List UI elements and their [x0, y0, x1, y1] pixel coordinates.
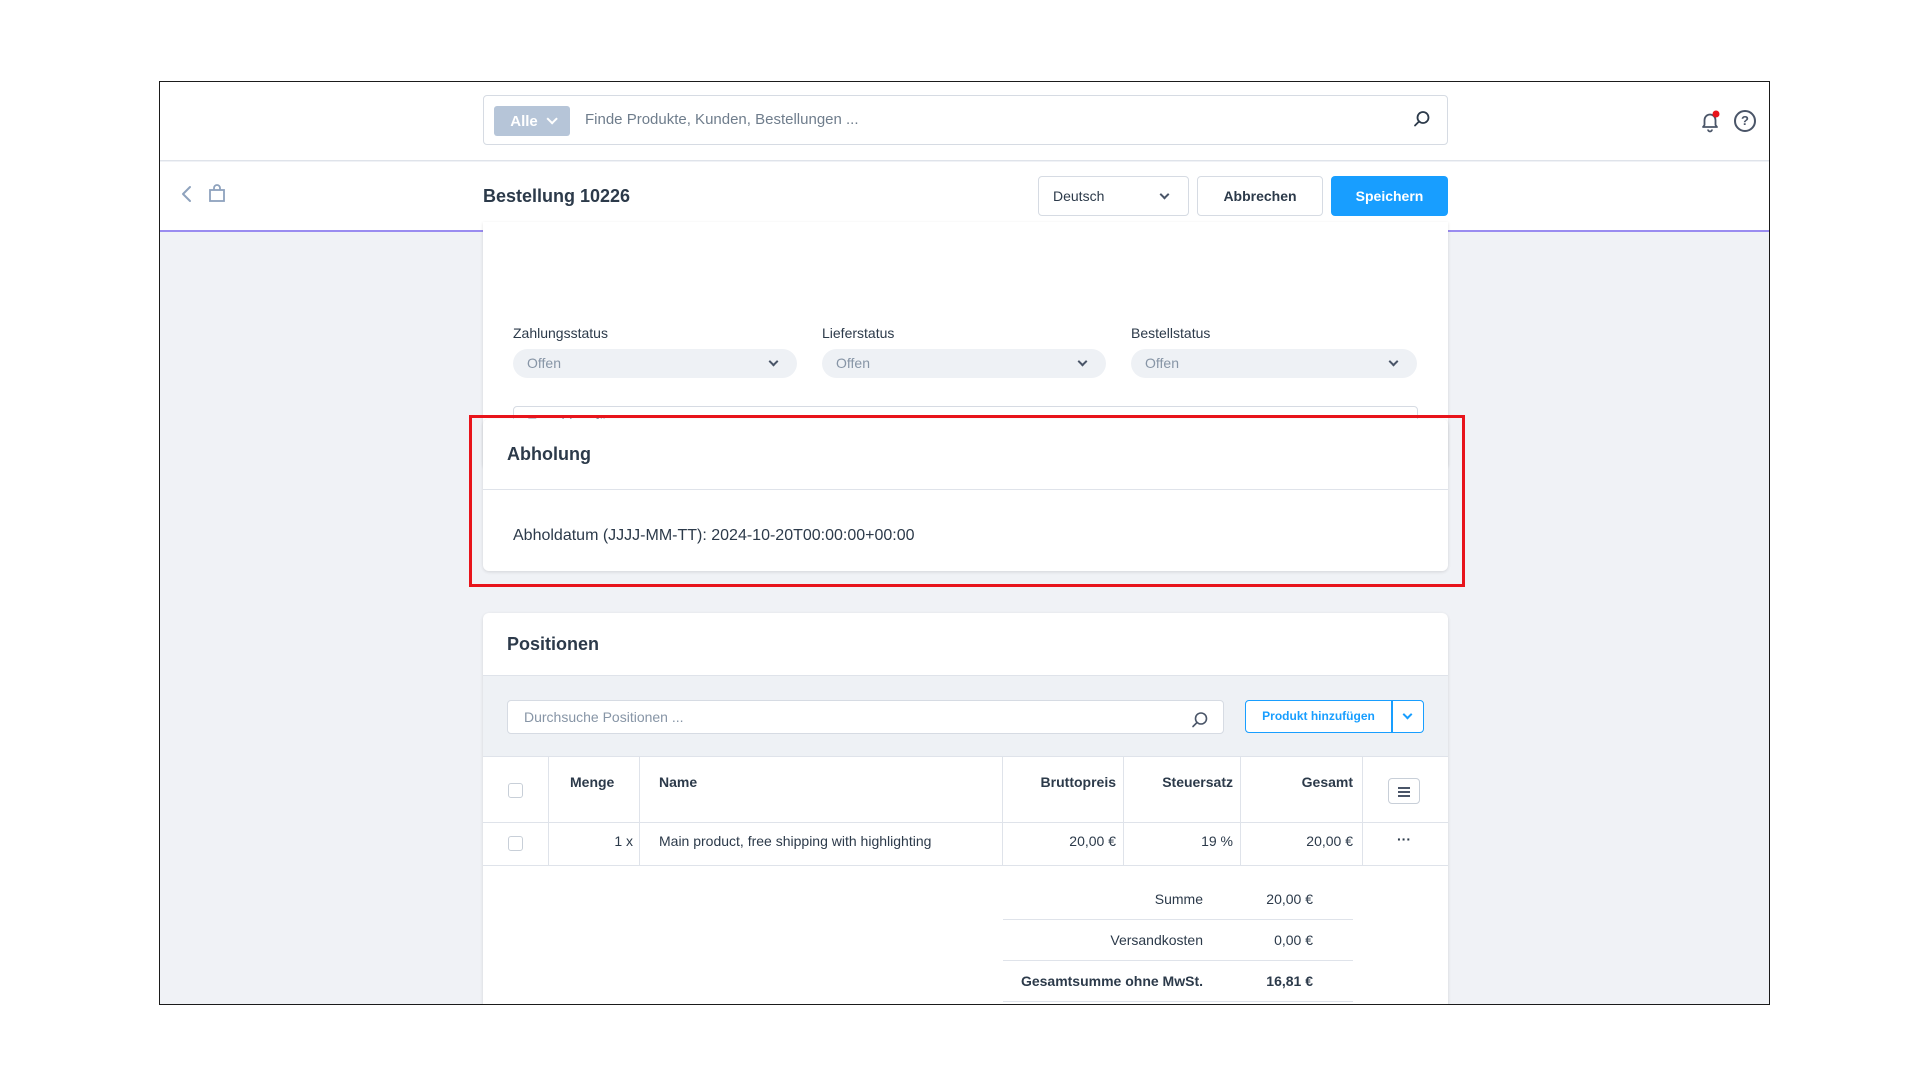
- chevron-down-icon: [1077, 356, 1088, 367]
- column-divider: [639, 757, 640, 866]
- payment-status-label: Zahlungsstatus: [513, 325, 608, 341]
- row-actions-icon[interactable]: ···: [1388, 831, 1420, 847]
- column-divider: [1123, 757, 1124, 866]
- search-icon[interactable]: [1413, 110, 1431, 133]
- row-tax: 19 %: [1201, 833, 1233, 849]
- save-button[interactable]: Speichern: [1331, 176, 1448, 216]
- help-icon[interactable]: ?: [1734, 110, 1756, 132]
- net-total-value: 16,81 €: [1266, 973, 1313, 989]
- row-divider: [483, 822, 1448, 823]
- language-select-value: Deutsch: [1053, 188, 1105, 204]
- add-product-button[interactable]: Produkt hinzufügen: [1245, 700, 1392, 733]
- shipping-label: Versandkosten: [1110, 932, 1203, 948]
- sum-value: 20,00 €: [1266, 891, 1313, 907]
- summary-divider: [1003, 1001, 1353, 1002]
- cancel-button[interactable]: Abbrechen: [1197, 176, 1323, 216]
- select-all-checkbox[interactable]: [508, 783, 523, 798]
- search-scope-label: Alle: [510, 112, 538, 130]
- chevron-down-icon: [1388, 356, 1399, 367]
- column-header-gross[interactable]: Bruttopreis: [1020, 770, 1116, 794]
- net-total-label: Gesamtsumme ohne MwSt.: [1020, 973, 1203, 989]
- order-status-select[interactable]: Offen: [1131, 349, 1417, 378]
- shipping-value: 0,00 €: [1274, 932, 1313, 948]
- notification-bell-icon[interactable]: [1698, 110, 1722, 139]
- delivery-status-value: Offen: [836, 355, 870, 371]
- order-status-label: Bestellstatus: [1131, 325, 1211, 341]
- row-name: Main product, free shipping with highlig…: [659, 833, 932, 849]
- global-search[interactable]: Alle Finde Produkte, Kunden, Bestellunge…: [483, 95, 1448, 145]
- delivery-status-label: Lieferstatus: [822, 325, 895, 341]
- column-header-tax[interactable]: Steuersatz: [1133, 770, 1233, 794]
- chevron-down-icon: [546, 113, 558, 125]
- column-header-name[interactable]: Name: [659, 770, 697, 794]
- positions-search-input[interactable]: Durchsuche Positionen ...: [507, 700, 1224, 734]
- app-window: Alle Finde Produkte, Kunden, Bestellunge…: [159, 81, 1770, 1005]
- positions-card: Positionen Durchsuche Positionen ... Pro…: [483, 613, 1448, 1004]
- order-status-value: Offen: [1145, 355, 1179, 371]
- row-quantity: 1 x: [614, 833, 633, 849]
- column-divider: [548, 757, 549, 866]
- positions-title: Positionen: [507, 634, 600, 654]
- delivery-status-select[interactable]: Offen: [822, 349, 1106, 378]
- chevron-down-icon: [1159, 189, 1170, 200]
- column-divider: [1002, 757, 1003, 866]
- positions-search-placeholder: Durchsuche Positionen ...: [524, 709, 684, 725]
- positions-toolbar: Durchsuche Positionen ... Produkt hinzuf…: [483, 675, 1448, 757]
- payment-status-value: Offen: [527, 355, 561, 371]
- row-divider: [483, 865, 1448, 866]
- search-scope-dropdown[interactable]: Alle: [494, 106, 570, 136]
- summary-divider: [1003, 919, 1353, 920]
- payment-status-select[interactable]: Offen: [513, 349, 797, 378]
- row-gross: 20,00 €: [1069, 833, 1116, 849]
- search-input[interactable]: Finde Produkte, Kunden, Bestellungen ...: [585, 96, 859, 144]
- chevron-down-icon: [768, 356, 779, 367]
- row-checkbox[interactable]: [508, 836, 523, 851]
- summary-divider: [1003, 960, 1353, 961]
- column-divider: [1362, 757, 1363, 866]
- page-title: Bestellung 10226: [483, 186, 631, 206]
- shopping-bag-icon: [207, 184, 227, 209]
- chevron-down-icon: [1402, 709, 1413, 720]
- column-header-quantity[interactable]: Menge: [570, 770, 614, 794]
- back-arrow-icon[interactable]: [180, 184, 194, 209]
- add-product-dropdown[interactable]: [1392, 700, 1424, 733]
- highlight-box: [469, 415, 1465, 587]
- row-total: 20,00 €: [1306, 833, 1353, 849]
- sum-label: Summe: [1154, 891, 1203, 907]
- language-select[interactable]: Deutsch: [1038, 176, 1189, 216]
- column-header-total[interactable]: Gesamt: [1253, 770, 1353, 794]
- search-icon[interactable]: [1191, 708, 1209, 740]
- column-divider: [1240, 757, 1241, 866]
- top-bar: Alle Finde Produkte, Kunden, Bestellunge…: [160, 82, 1769, 161]
- column-settings-icon[interactable]: [1388, 778, 1420, 804]
